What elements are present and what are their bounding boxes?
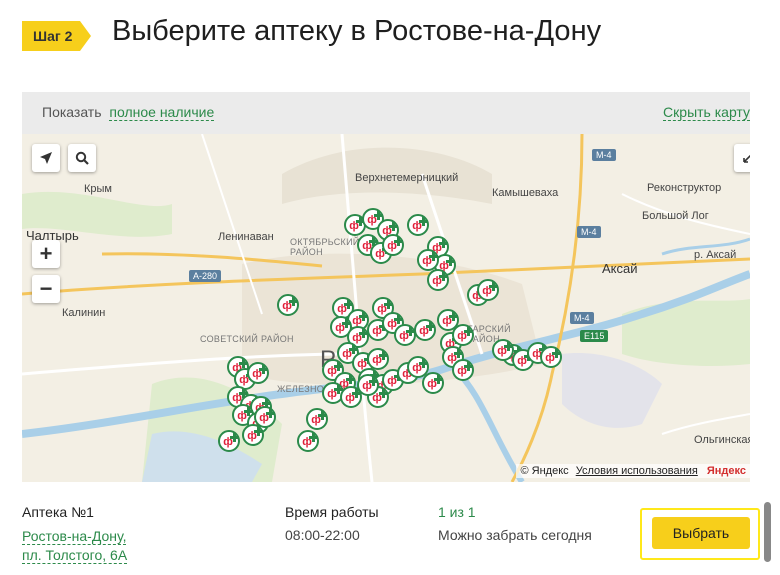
geolocation-button[interactable] — [32, 144, 60, 172]
pharmacy-marker[interactable]: ф — [306, 408, 328, 430]
pharmacy-marker[interactable]: ф — [357, 374, 379, 396]
hide-map-link[interactable]: Скрыть карту — [663, 104, 750, 121]
full-availability-link[interactable]: полное наличие — [109, 104, 215, 121]
highway-shield: М-4 — [592, 149, 616, 161]
map-label: Ленинаван — [218, 231, 274, 243]
page-title: Выберите аптеку в Ростове-на-Дону — [112, 15, 602, 47]
pharmacy-marker-icon: ф — [452, 359, 474, 381]
pharmacy-marker-icon: ф — [367, 348, 389, 370]
map-label: р. Аксай — [694, 249, 737, 261]
pharmacy-marker-icon: ф — [407, 214, 429, 236]
district-label: СОВЕТСКИЙ РАЙОН — [200, 334, 294, 344]
pharmacy-marker[interactable]: ф — [277, 294, 299, 316]
pharmacy-marker-icon: ф — [242, 424, 264, 446]
highway-shield: А-280 — [189, 270, 222, 282]
pharmacy-marker-icon: ф — [414, 319, 436, 341]
zoom-in-button[interactable]: + — [32, 240, 60, 268]
terms-of-use-link[interactable]: Условия использования — [576, 465, 698, 477]
pharmacy-marker[interactable]: ф — [452, 359, 474, 381]
pickup-status: Можно забрать сегодня — [438, 527, 592, 543]
pharmacy-marker-icon: ф — [394, 324, 416, 346]
map-toolbar: Показать полное наличие Скрыть карту — [22, 92, 750, 134]
pharmacy-marker-icon: ф — [247, 362, 269, 384]
map-label: Аксай — [602, 261, 638, 276]
copyright-text: © Яндекс — [520, 465, 569, 477]
pharmacy-marker[interactable]: ф — [422, 372, 444, 394]
pharmacy-marker[interactable]: ф — [382, 234, 404, 256]
pharmacy-marker-icon: ф — [427, 269, 449, 291]
zoom-out-button[interactable]: − — [32, 275, 60, 303]
yandex-logo: Яндекс — [706, 465, 746, 477]
pharmacy-marker[interactable]: ф — [452, 324, 474, 346]
pharmacy-marker[interactable]: ф — [394, 324, 416, 346]
pharmacy-marker[interactable]: ф — [367, 348, 389, 370]
pharmacy-marker-icon: ф — [417, 249, 439, 271]
map-label: Камышеваха — [492, 187, 559, 199]
scrollbar[interactable] — [764, 502, 771, 562]
location-arrow-icon — [40, 152, 52, 164]
map-label: Калинин — [62, 307, 106, 319]
map-search-button[interactable] — [68, 144, 96, 172]
pharmacy-marker[interactable]: ф — [492, 339, 514, 361]
map-label: Ольгинская — [694, 434, 750, 446]
hours-title: Время работы — [285, 504, 379, 520]
pharmacy-marker-icon: ф — [218, 430, 240, 452]
show-availability-label: Показать полное наличие — [42, 104, 215, 121]
map-label: Верхнетемерницкий — [355, 172, 459, 184]
highway-shield: М-4 — [570, 312, 594, 324]
fullscreen-button[interactable] — [734, 144, 750, 172]
show-label-text: Показать — [42, 104, 102, 120]
highway-shield: Е115 — [580, 330, 609, 342]
pharmacy-marker-icon: ф — [357, 374, 379, 396]
pharmacy-marker[interactable]: ф — [247, 362, 269, 384]
pharmacy-name: Аптека №1 — [22, 504, 94, 520]
step-label: Шаг 2 — [22, 21, 81, 51]
map-attribution: © Яндекс Условия использования Яндекс — [516, 464, 750, 478]
pharmacy-marker[interactable]: ф — [297, 430, 319, 452]
pharmacy-marker[interactable]: ф — [540, 346, 562, 368]
pharmacy-marker-icon: ф — [297, 430, 319, 452]
map-label: Крым — [84, 183, 112, 195]
pharmacy-marker-icon: ф — [382, 234, 404, 256]
expand-icon — [743, 154, 750, 163]
pharmacy-address: Ростов-на-Дону, пл. Толстого, 6А — [22, 527, 128, 565]
pharmacy-marker[interactable]: ф — [477, 279, 499, 301]
pharmacy-marker-icon: ф — [277, 294, 299, 316]
yandex-map[interactable]: + − Верхнетемерницкий Камышеваха Реконст… — [22, 134, 750, 482]
address-link-line2[interactable]: пл. Толстого, 6А — [22, 547, 128, 564]
step-badge: Шаг 2 — [22, 21, 92, 51]
highway-shield: М-4 — [577, 226, 601, 238]
zoom-control: + − — [32, 240, 60, 310]
pharmacy-marker-icon: ф — [306, 408, 328, 430]
pharmacy-marker[interactable]: ф — [218, 430, 240, 452]
map-label: Реконструктор — [647, 182, 722, 194]
search-icon — [75, 151, 89, 165]
address-link-line1[interactable]: Ростов-на-Дону, — [22, 528, 127, 545]
availability-count: 1 из 1 — [438, 504, 476, 520]
map-panel: Показать полное наличие Скрыть карту + −… — [22, 92, 750, 482]
step-badge-arrow — [80, 21, 92, 51]
pharmacy-marker-icon: ф — [540, 346, 562, 368]
pharmacy-marker-icon: ф — [422, 372, 444, 394]
map-label: Большой Лог — [642, 210, 709, 222]
pharmacy-marker-icon: ф — [477, 279, 499, 301]
select-pharmacy-button[interactable]: Выбрать — [652, 517, 750, 549]
pharmacy-marker[interactable]: ф — [407, 214, 429, 236]
pharmacy-marker[interactable]: ф — [242, 424, 264, 446]
district-label: ОКТЯБРЬСКИЙ РАЙОН — [290, 237, 360, 257]
pharmacy-marker-icon: ф — [452, 324, 474, 346]
pharmacy-marker[interactable]: ф — [417, 249, 439, 271]
pharmacy-marker[interactable]: ф — [414, 319, 436, 341]
hours-value: 08:00-22:00 — [285, 527, 360, 543]
pharmacy-marker-icon: ф — [492, 339, 514, 361]
pharmacy-marker[interactable]: ф — [427, 269, 449, 291]
